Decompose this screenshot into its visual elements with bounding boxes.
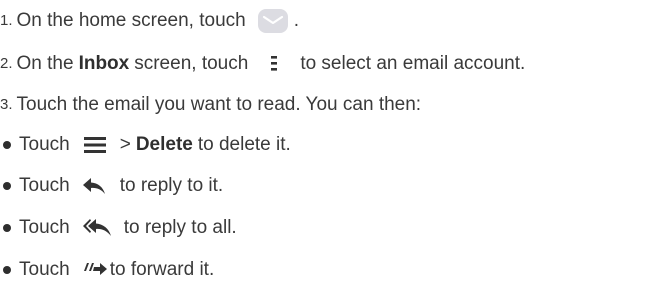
bullet-dot [3, 182, 11, 190]
bullet-reply: Touch to reply to it. [0, 171, 223, 201]
step-text: On the home screen, touch [16, 10, 246, 31]
step-number: 2. [0, 55, 13, 72]
delete-label: Delete [135, 134, 193, 155]
reply-arrow-icon [82, 176, 106, 196]
step-3: 3. Touch the email you want to read. You… [0, 90, 421, 120]
bullet-text-end: to forward it. [109, 259, 215, 280]
step-text: On the [16, 53, 74, 74]
step-text-end: to select an email account. [300, 53, 526, 74]
bullet-text: Touch [19, 259, 70, 280]
bullet-dot [3, 266, 11, 274]
bullet-text-end: to delete it. [197, 134, 291, 155]
step-text: screen, touch [134, 53, 249, 74]
step-text: Touch the email you want to read. You ca… [16, 94, 422, 115]
bullet-dot [3, 224, 11, 232]
reply-all-arrow-icon [82, 217, 112, 239]
bullet-dot [3, 141, 11, 149]
step-2: 2. On the Inbox screen, touch to select … [0, 49, 525, 79]
instructions-document: 1. On the home screen, touch . 2. On the… [0, 0, 645, 302]
bullet-reply-all: Touch to reply to all. [0, 213, 237, 243]
bullet-forward: Touch to forward it. [0, 255, 214, 285]
email-app-icon [257, 8, 289, 34]
bullet-text-end: to reply to it. [119, 175, 224, 196]
bullet-text: Touch [19, 217, 70, 238]
step-1: 1. On the home screen, touch . [0, 6, 299, 36]
bullet-text-end: to reply to all. [123, 217, 237, 238]
forward-arrow-icon [82, 261, 108, 279]
separator: > [119, 134, 131, 155]
inbox-label: Inbox [78, 53, 130, 74]
bullet-delete: Touch > Delete to delete it. [0, 130, 291, 160]
menu-lines-icon [83, 136, 106, 154]
menu-dots-icon [270, 54, 278, 74]
bullet-text: Touch [19, 134, 70, 155]
step-number: 3. [0, 96, 13, 113]
step-number: 1. [0, 12, 13, 29]
bullet-text: Touch [19, 175, 70, 196]
step-text-end: . [293, 10, 299, 31]
